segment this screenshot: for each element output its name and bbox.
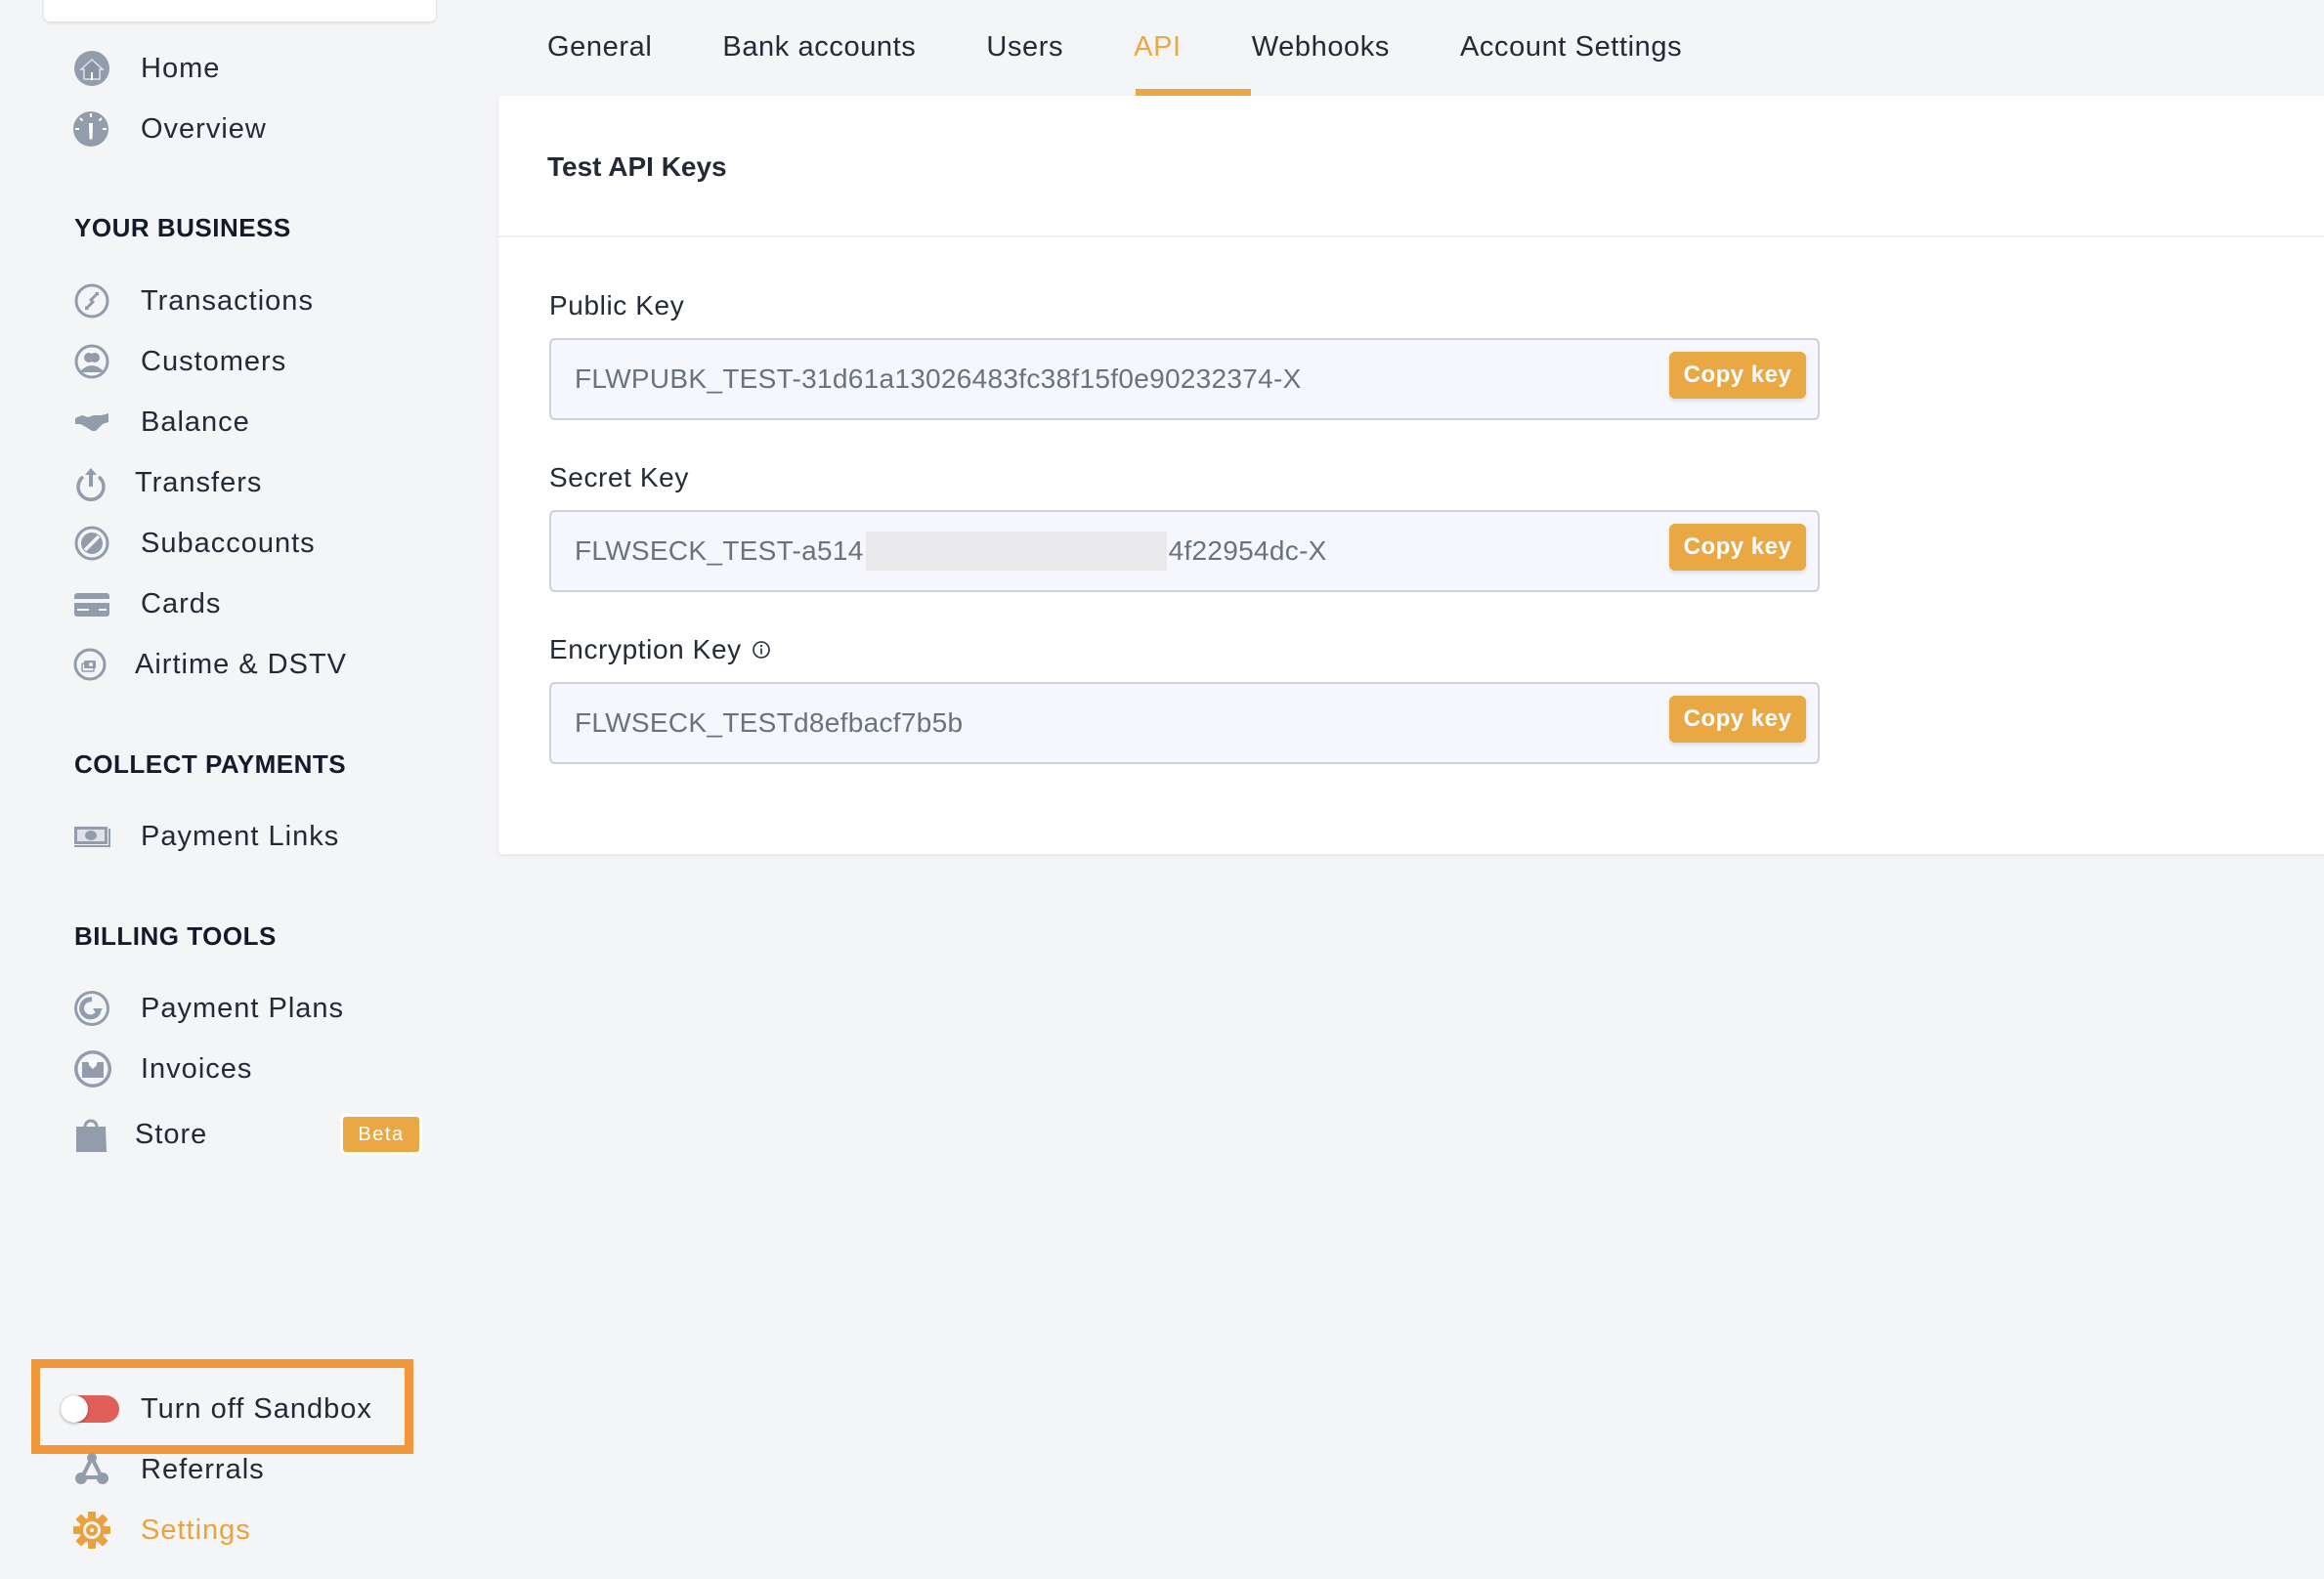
secret-key-value[interactable]: FLWSECK_TEST-a514 4f22954dc-X: [575, 512, 1327, 590]
sidebar-item-balance[interactable]: Balance: [72, 401, 249, 444]
sidebar-item-subaccounts[interactable]: Subaccounts: [72, 522, 315, 565]
sidebar-item-overview[interactable]: Overview: [72, 107, 266, 150]
tab-users[interactable]: Users: [986, 25, 1063, 96]
dashboard-gauge-icon: [72, 109, 111, 149]
airtime-icon: [72, 645, 111, 684]
sidebar-item-label: Store: [135, 1118, 208, 1150]
toggle-spacer: [72, 1389, 111, 1429]
sidebar-item-label: Cards: [141, 587, 222, 619]
sidebar-item-settings[interactable]: Settings: [72, 1509, 250, 1552]
sidebar-item-payment-plans[interactable]: Payment Plans: [72, 987, 343, 1030]
sidebar-item-transfers[interactable]: Transfers: [72, 461, 261, 504]
sidebar-item-payment-links[interactable]: Payment Links: [72, 815, 338, 858]
gear-icon: [72, 1511, 111, 1550]
sidebar-item-turn-off-sandbox[interactable]: Turn off Sandbox: [72, 1387, 371, 1430]
encryption-key-label: Encryption Key: [549, 634, 742, 664]
secret-key-label: Secret Key: [549, 462, 689, 492]
settings-tabs: General Bank accounts Users API Webhooks…: [547, 25, 1752, 96]
sidebar-item-transactions[interactable]: Transactions: [72, 279, 313, 322]
invoice-icon: [72, 1049, 111, 1088]
active-tab-indicator: [1136, 89, 1251, 96]
handshake-icon: [72, 403, 111, 442]
sidebar-item-label: Airtime & DSTV: [135, 648, 348, 680]
section-title-collect-payments: COLLECT PAYMENTS: [74, 749, 347, 779]
public-key-value[interactable]: FLWPUBK_TEST-31d61a13026483fc38f15f0e902…: [575, 340, 1302, 418]
sidebar-item-label: Transactions: [141, 284, 314, 317]
tab-general[interactable]: General: [547, 25, 652, 96]
redacted-block: [865, 532, 1167, 571]
beta-badge: Beta: [340, 1114, 422, 1155]
sidebar-item-label: Balance: [141, 405, 250, 438]
sidebar: Home Overview YOUR BUSINESS Transactions…: [0, 0, 459, 1579]
sidebar-item-label: Payment Plans: [141, 992, 345, 1024]
sidebar-item-customers[interactable]: Customers: [72, 340, 285, 383]
sidebar-item-label: Subaccounts: [141, 527, 316, 559]
transfer-upload-icon: [72, 463, 111, 502]
encryption-key-field[interactable]: FLWSECK_TESTd8efbacf7b5b Copy key: [549, 682, 1820, 764]
public-key-field[interactable]: FLWPUBK_TEST-31d61a13026483fc38f15f0e902…: [549, 338, 1820, 420]
info-icon[interactable]: [752, 640, 771, 660]
sidebar-item-label: Payment Links: [141, 820, 340, 852]
sidebar-item-label: Overview: [141, 112, 267, 145]
card-divider: [498, 235, 2324, 237]
sidebar-item-label: Settings: [141, 1514, 251, 1546]
sidebar-item-invoices[interactable]: Invoices: [72, 1047, 251, 1090]
home-icon: [72, 49, 111, 88]
sidebar-top-panel: [44, 0, 436, 21]
tab-webhooks[interactable]: Webhooks: [1252, 25, 1390, 96]
sidebar-item-label: Referrals: [141, 1453, 265, 1485]
sidebar-item-home[interactable]: Home: [72, 47, 219, 90]
subaccounts-icon: [72, 524, 111, 563]
sidebar-item-label: Invoices: [141, 1052, 253, 1085]
transactions-arrows-icon: [72, 281, 111, 320]
tab-api[interactable]: API: [1134, 25, 1182, 96]
sidebar-item-store[interactable]: Store: [72, 1113, 206, 1156]
sidebar-item-airtime-dstv[interactable]: Airtime & DSTV: [72, 643, 346, 686]
tab-account-settings[interactable]: Account Settings: [1460, 25, 1682, 96]
secret-key-field[interactable]: FLWSECK_TEST-a514 4f22954dc-X Copy key: [549, 510, 1820, 592]
shopping-bag-icon: [72, 1115, 111, 1154]
copy-public-key-button[interactable]: Copy key: [1669, 352, 1806, 399]
secret-key-suffix: 4f22954dc-X: [1168, 535, 1327, 566]
sidebar-item-label: Home: [141, 52, 221, 84]
referrals-network-icon: [72, 1450, 111, 1489]
section-title-billing-tools: BILLING TOOLS: [74, 921, 277, 951]
tab-bank-accounts[interactable]: Bank accounts: [722, 25, 916, 96]
cash-icon: [72, 817, 111, 856]
customers-icon: [72, 342, 111, 381]
section-title-your-business: YOUR BUSINESS: [74, 213, 291, 242]
secret-key-prefix: FLWSECK_TEST-a514: [575, 535, 864, 566]
encryption-key-label-row: Encryption Key: [549, 634, 771, 665]
copy-secret-key-button[interactable]: Copy key: [1669, 524, 1806, 571]
sidebar-item-referrals[interactable]: Referrals: [72, 1448, 264, 1491]
copy-encryption-key-button[interactable]: Copy key: [1669, 696, 1806, 743]
sandbox-toggle-label: Turn off Sandbox: [141, 1392, 372, 1425]
recurring-icon: [72, 989, 111, 1028]
sidebar-item-cards[interactable]: Cards: [72, 582, 220, 625]
card-title: Test API Keys: [547, 151, 727, 182]
public-key-label: Public Key: [549, 290, 685, 320]
encryption-key-value[interactable]: FLWSECK_TESTd8efbacf7b5b: [575, 684, 963, 762]
sidebar-item-label: Transfers: [135, 466, 263, 498]
sidebar-item-label: Customers: [141, 345, 287, 377]
credit-card-icon: [72, 584, 111, 623]
